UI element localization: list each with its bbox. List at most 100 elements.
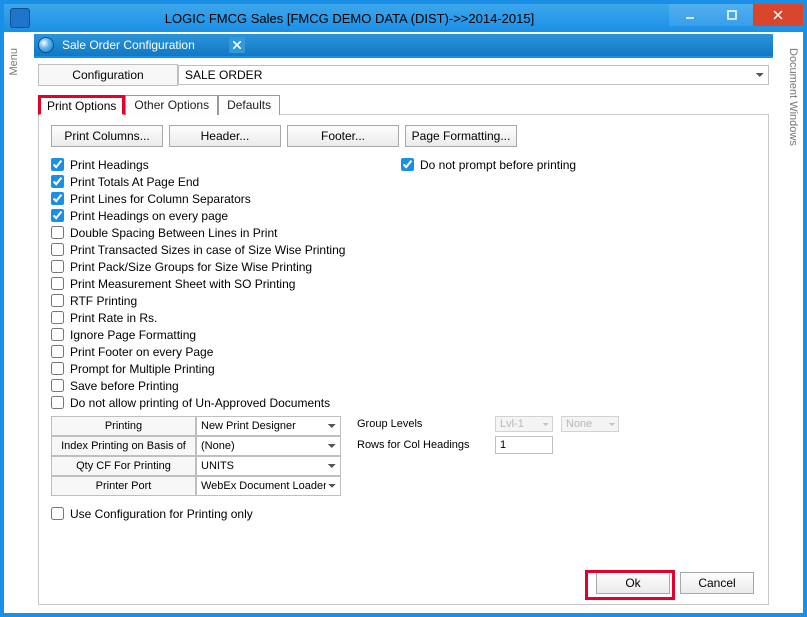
checkbox-row[interactable]: Do not allow printing of Un-Approved Doc… xyxy=(51,395,401,410)
checkboxes-left-column: Print Headings Print Totals At Page End Pr… xyxy=(51,157,401,410)
window-controls xyxy=(669,4,803,32)
ok-button[interactable]: Ok xyxy=(596,572,670,594)
group-levels-label: Group Levels xyxy=(357,418,487,430)
checkbox-row[interactable]: RTF Printing xyxy=(51,293,401,308)
checkbox-row[interactable]: Print Measurement Sheet with SO Printing xyxy=(51,276,401,291)
print-columns-button[interactable]: Print Columns... xyxy=(51,125,163,147)
checkbox-row[interactable]: Print Headings on every page xyxy=(51,208,401,223)
option-checkbox[interactable] xyxy=(51,277,64,290)
checkbox-row[interactable]: Save before Printing xyxy=(51,378,401,393)
maximize-button[interactable] xyxy=(711,4,753,26)
cancel-button[interactable]: Cancel xyxy=(680,572,754,594)
group-levels-select-1[interactable]: Lvl-1 xyxy=(495,416,553,432)
document-windows-side-tab[interactable]: Document Windows xyxy=(785,46,801,148)
option-checkbox[interactable] xyxy=(51,294,64,307)
minimize-icon xyxy=(685,10,695,20)
rows-for-col-headings-label: Rows for Col Headings xyxy=(357,439,487,451)
sub-tab-row: Print Options Other Options Defaults xyxy=(38,94,773,114)
checkbox-label: Prompt for Multiple Printing xyxy=(70,362,215,376)
checkbox-label: Print Lines for Column Separators xyxy=(70,192,251,206)
configuration-row: Configuration SALE ORDER xyxy=(38,64,769,86)
inner-window: Sale Order Configuration Configuration S… xyxy=(34,34,773,609)
use-config-printing-only-checkbox[interactable] xyxy=(51,507,64,520)
close-icon xyxy=(773,10,783,20)
option-checkbox[interactable] xyxy=(51,345,64,358)
app-icon xyxy=(10,8,30,28)
window-title: LOGIC FMCG Sales [FMCG DEMO DATA (DIST)-… xyxy=(30,11,669,26)
checkbox-row[interactable]: Print Rate in Rs. xyxy=(51,310,401,325)
maximize-icon xyxy=(727,10,737,20)
option-checkbox[interactable] xyxy=(51,158,64,171)
tab-other-options[interactable]: Other Options xyxy=(125,95,218,115)
close-icon xyxy=(233,41,241,49)
separator xyxy=(34,56,773,58)
use-config-printing-only-row[interactable]: Use Configuration for Printing only xyxy=(51,506,756,521)
inner-tab-close-button[interactable] xyxy=(229,37,245,53)
checkbox-label: RTF Printing xyxy=(70,294,137,308)
checkbox-label: Do not prompt before printing xyxy=(420,158,576,172)
client-area: Menu Document Windows Sale Order Configu… xyxy=(4,32,803,613)
option-checkbox[interactable] xyxy=(51,396,64,409)
option-checkbox[interactable] xyxy=(51,260,64,273)
inner-tab-bar: Sale Order Configuration xyxy=(34,34,773,56)
dropdown-grid: Printing New Print Designer Index Printi… xyxy=(51,416,341,496)
group-levels-select-2[interactable]: None xyxy=(561,416,619,432)
tab-defaults[interactable]: Defaults xyxy=(218,95,280,115)
footer-button[interactable]: Footer... xyxy=(287,125,399,147)
do-not-prompt-checkbox-row[interactable]: Do not prompt before printing xyxy=(401,157,576,172)
option-checkbox[interactable] xyxy=(51,243,64,256)
document-icon xyxy=(38,37,54,53)
checkbox-row[interactable]: Double Spacing Between Lines in Print xyxy=(51,225,401,240)
option-checkbox[interactable] xyxy=(51,311,64,324)
printer-port-label: Printer Port xyxy=(51,476,196,496)
close-button[interactable] xyxy=(753,4,803,26)
checkbox-label: Save before Printing xyxy=(70,379,179,393)
checkbox-label: Print Totals At Page End xyxy=(70,175,199,189)
printer-port-select[interactable]: WebEx Document Loader xyxy=(196,476,341,496)
checkbox-label: Double Spacing Between Lines in Print xyxy=(70,226,277,240)
header-button[interactable]: Header... xyxy=(169,125,281,147)
option-checkbox[interactable] xyxy=(51,328,64,341)
option-checkbox[interactable] xyxy=(51,192,64,205)
toolbar-buttons: Print Columns... Header... Footer... Pag… xyxy=(51,125,756,147)
printing-label: Printing xyxy=(51,416,196,436)
qty-cf-select[interactable]: UNITS xyxy=(196,456,341,476)
checkbox-row[interactable]: Ignore Page Formatting xyxy=(51,327,401,342)
rows-for-col-headings-input[interactable] xyxy=(495,436,553,454)
option-checkbox[interactable] xyxy=(51,209,64,222)
printing-select[interactable]: New Print Designer xyxy=(196,416,341,436)
right-settings: Group Levels Lvl-1 None Rows for Col Hea… xyxy=(357,416,619,496)
tab-print-options[interactable]: Print Options xyxy=(38,95,125,115)
checkbox-row[interactable]: Print Lines for Column Separators xyxy=(51,191,401,206)
option-checkbox[interactable] xyxy=(51,362,64,375)
checkbox-label: Print Headings on every page xyxy=(70,209,228,223)
dialog-footer: Ok Cancel xyxy=(596,572,754,594)
checkbox-row[interactable]: Prompt for Multiple Printing xyxy=(51,361,401,376)
checkbox-row[interactable]: Print Transacted Sizes in case of Size W… xyxy=(51,242,401,257)
checkbox-label: Print Rate in Rs. xyxy=(70,311,157,325)
checkbox-label: Use Configuration for Printing only xyxy=(70,507,253,521)
option-checkbox[interactable] xyxy=(51,379,64,392)
checkbox-label: Print Transacted Sizes in case of Size W… xyxy=(70,243,345,257)
checkbox-label: Print Headings xyxy=(70,158,149,172)
menu-side-tab[interactable]: Menu xyxy=(6,46,22,78)
titlebar: LOGIC FMCG Sales [FMCG DEMO DATA (DIST)-… xyxy=(4,4,803,32)
checkbox-row[interactable]: Print Pack/Size Groups for Size Wise Pri… xyxy=(51,259,401,274)
checkbox-row[interactable]: Print Headings xyxy=(51,157,401,172)
do-not-prompt-checkbox[interactable] xyxy=(401,158,414,171)
content-panel: Print Columns... Header... Footer... Pag… xyxy=(38,114,769,605)
index-printing-label: Index Printing on Basis of xyxy=(51,436,196,456)
index-printing-select[interactable]: (None) xyxy=(196,436,341,456)
option-checkbox[interactable] xyxy=(51,226,64,239)
page-formatting-button[interactable]: Page Formatting... xyxy=(405,125,517,147)
configuration-label: Configuration xyxy=(38,64,178,86)
option-checkbox[interactable] xyxy=(51,175,64,188)
inner-tab-title: Sale Order Configuration xyxy=(58,38,225,52)
configuration-select[interactable]: SALE ORDER xyxy=(178,65,769,85)
checkbox-row[interactable]: Print Footer on every Page xyxy=(51,344,401,359)
checkbox-row[interactable]: Print Totals At Page End xyxy=(51,174,401,189)
app-window: LOGIC FMCG Sales [FMCG DEMO DATA (DIST)-… xyxy=(0,0,807,617)
checkbox-label: Print Measurement Sheet with SO Printing xyxy=(70,277,295,291)
checkbox-label: Ignore Page Formatting xyxy=(70,328,196,342)
minimize-button[interactable] xyxy=(669,4,711,26)
